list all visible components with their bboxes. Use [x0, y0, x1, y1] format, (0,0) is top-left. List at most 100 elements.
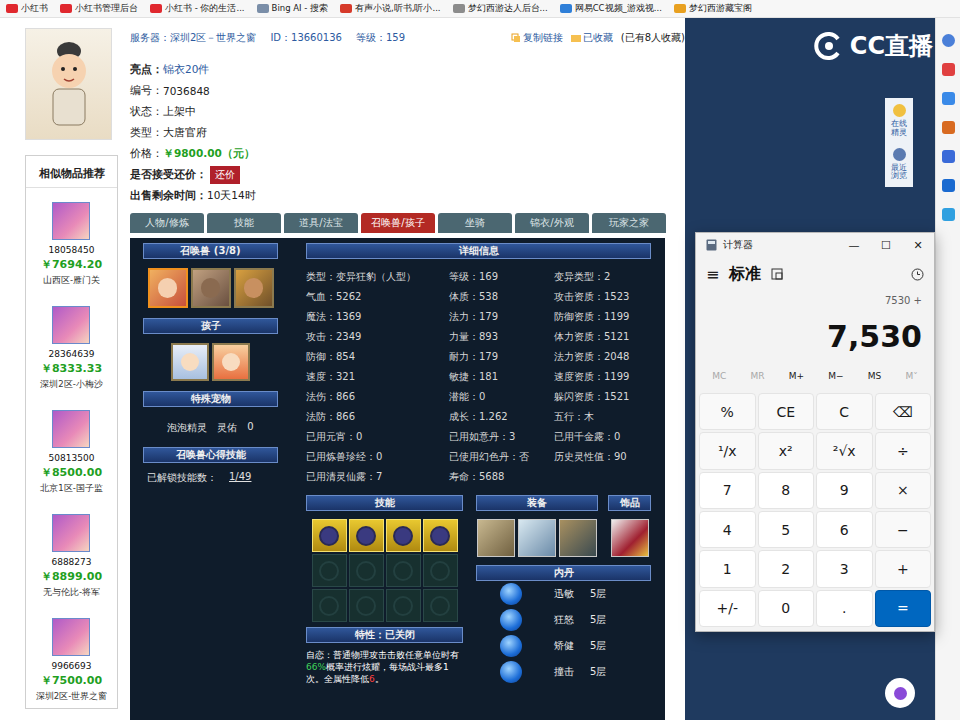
neidan-row: 撞击5层 — [476, 659, 651, 685]
calc-key[interactable]: ÷ — [875, 432, 932, 469]
calc-key[interactable]: 9 — [816, 472, 873, 509]
memory-button[interactable]: M+ — [789, 371, 804, 381]
similar-item[interactable]: 18058450￥7694.20山西区-雁门关 — [41, 188, 102, 292]
calc-key[interactable]: + — [875, 550, 932, 587]
tab[interactable]: 技能 — [207, 213, 281, 233]
tab[interactable]: 人物/修炼 — [130, 213, 204, 233]
bookmark[interactable]: 小红书 - 你的生活... — [150, 3, 245, 15]
floating-item[interactable]: 在线精灵 — [891, 104, 907, 138]
calc-key[interactable]: ⌫ — [875, 393, 932, 430]
skill-slot[interactable] — [312, 519, 347, 552]
tab[interactable]: 玩家之家 — [592, 213, 666, 233]
calc-key[interactable]: = — [875, 590, 932, 627]
bookmark[interactable]: 小红书 — [6, 3, 48, 15]
similar-item[interactable]: 9966693￥7500.00深圳2区-世界之窗 — [36, 604, 107, 708]
sidebar-app-icon[interactable] — [942, 92, 955, 105]
tab[interactable]: 坐骑 — [438, 213, 512, 233]
pet-portrait[interactable] — [191, 268, 231, 308]
favorite-button[interactable]: 已收藏 — [571, 31, 613, 45]
insight-link[interactable]: 1/49 — [229, 471, 251, 485]
sidebar-app-icon[interactable] — [942, 63, 955, 76]
calc-key[interactable]: 0 — [758, 590, 815, 627]
calc-key[interactable]: 8 — [758, 472, 815, 509]
item-portrait[interactable] — [52, 306, 90, 344]
calc-key[interactable]: . — [816, 590, 873, 627]
bookmark-icon — [60, 4, 72, 13]
pet-portrait[interactable] — [148, 268, 188, 308]
calc-key[interactable]: % — [699, 393, 756, 430]
accessory-item[interactable] — [611, 519, 649, 557]
window-control[interactable]: ✕ — [902, 239, 934, 252]
calc-key[interactable]: 6 — [816, 511, 873, 548]
similar-item[interactable]: 28364639￥8333.33深圳2区-小梅沙 — [40, 292, 102, 396]
tab[interactable]: 道具/法宝 — [284, 213, 358, 233]
equipment-item[interactable] — [559, 519, 597, 557]
similar-item[interactable]: 6888273￥8899.00无与伦比-将军 — [41, 500, 102, 604]
detail-cell: 已使用幻色丹：否 — [449, 447, 554, 467]
skill-slot[interactable] — [349, 519, 384, 552]
calc-key[interactable]: 3 — [816, 550, 873, 587]
keep-on-top-icon[interactable] — [771, 268, 783, 280]
item-id: 9966693 — [51, 661, 91, 671]
similar-item[interactable]: 50813500￥8500.00北京1区-国子监 — [40, 396, 102, 500]
history-icon[interactable] — [911, 268, 924, 281]
calc-key[interactable]: 4 — [699, 511, 756, 548]
sidebar-app-icon[interactable] — [942, 150, 955, 163]
skill-slot[interactable] — [386, 519, 421, 552]
assistant-button[interactable] — [885, 678, 915, 708]
detail-cell: 体质：538 — [449, 287, 554, 307]
bookmark[interactable]: Bing AI - 搜索 — [257, 3, 328, 15]
child-portrait[interactable] — [171, 343, 209, 381]
bargain-button[interactable]: 还价 — [210, 166, 240, 184]
calc-key[interactable]: 1 — [699, 550, 756, 587]
item-portrait[interactable] — [52, 410, 90, 448]
pet-portrait[interactable] — [234, 268, 274, 308]
bookmark[interactable]: 有声小说,听书,听小... — [340, 3, 441, 15]
window-control[interactable]: ☐ — [870, 239, 902, 252]
item-portrait[interactable] — [52, 202, 90, 240]
copy-link[interactable]: 复制链接 — [511, 31, 563, 45]
item-server: 深圳2区-小梅沙 — [40, 379, 102, 391]
calc-key[interactable]: 2 — [758, 550, 815, 587]
memory-button[interactable]: MS — [868, 371, 881, 381]
clock-icon — [893, 148, 906, 161]
calc-key[interactable]: × — [875, 472, 932, 509]
equipment-item[interactable] — [518, 519, 556, 557]
bookmark-icon — [257, 4, 269, 13]
sidebar-app-icon[interactable] — [942, 34, 955, 47]
bookmark[interactable]: 梦幻西游藏宝阁 — [674, 3, 752, 15]
calc-key[interactable]: ²√x — [816, 432, 873, 469]
calc-key[interactable]: +/- — [699, 590, 756, 627]
calc-key[interactable]: x² — [758, 432, 815, 469]
calc-key[interactable]: CE — [758, 393, 815, 430]
skill-icon — [356, 596, 376, 616]
calc-key[interactable]: 7 — [699, 472, 756, 509]
tab[interactable]: 召唤兽/孩子 — [361, 213, 435, 233]
item-portrait[interactable] — [52, 514, 90, 552]
bookmark-icon — [340, 4, 352, 13]
calculator-window: 计算器—☐✕≡标准7530 +7,530MCMRM+M−MSM˅%CEC⌫¹/x… — [695, 232, 935, 632]
item-portrait[interactable] — [52, 618, 90, 656]
skill-slot[interactable] — [423, 519, 458, 552]
menu-button[interactable]: ≡ — [706, 265, 719, 284]
bookmark[interactable]: 小红书管理后台 — [60, 3, 138, 15]
bookmark[interactable]: 网易CC视频_游戏视... — [560, 3, 662, 15]
bookmark-icon — [150, 4, 162, 13]
child-portrait[interactable] — [212, 343, 250, 381]
role-level: 等级：159 — [356, 31, 405, 45]
calc-key[interactable]: − — [875, 511, 932, 548]
calc-key[interactable]: ¹/x — [699, 432, 756, 469]
sidebar-app-icon[interactable] — [942, 179, 955, 192]
skills-column: 技能特性：已关闭自恋：普通物理攻击击败任意单位时有66%概率进行炫耀，每场战斗最… — [306, 495, 463, 685]
window-control[interactable]: — — [838, 239, 870, 252]
memory-button[interactable]: M− — [828, 371, 843, 381]
equipment-item[interactable] — [477, 519, 515, 557]
bookmark[interactable]: 梦幻西游达人后台... — [453, 3, 548, 15]
skill-icon — [319, 596, 339, 616]
sidebar-app-icon[interactable] — [942, 121, 955, 134]
floating-item[interactable]: 最近浏览 — [891, 148, 907, 182]
calc-key[interactable]: 5 — [758, 511, 815, 548]
sidebar-app-icon[interactable] — [942, 208, 955, 221]
tab[interactable]: 锦衣/外观 — [515, 213, 589, 233]
calc-key[interactable]: C — [816, 393, 873, 430]
